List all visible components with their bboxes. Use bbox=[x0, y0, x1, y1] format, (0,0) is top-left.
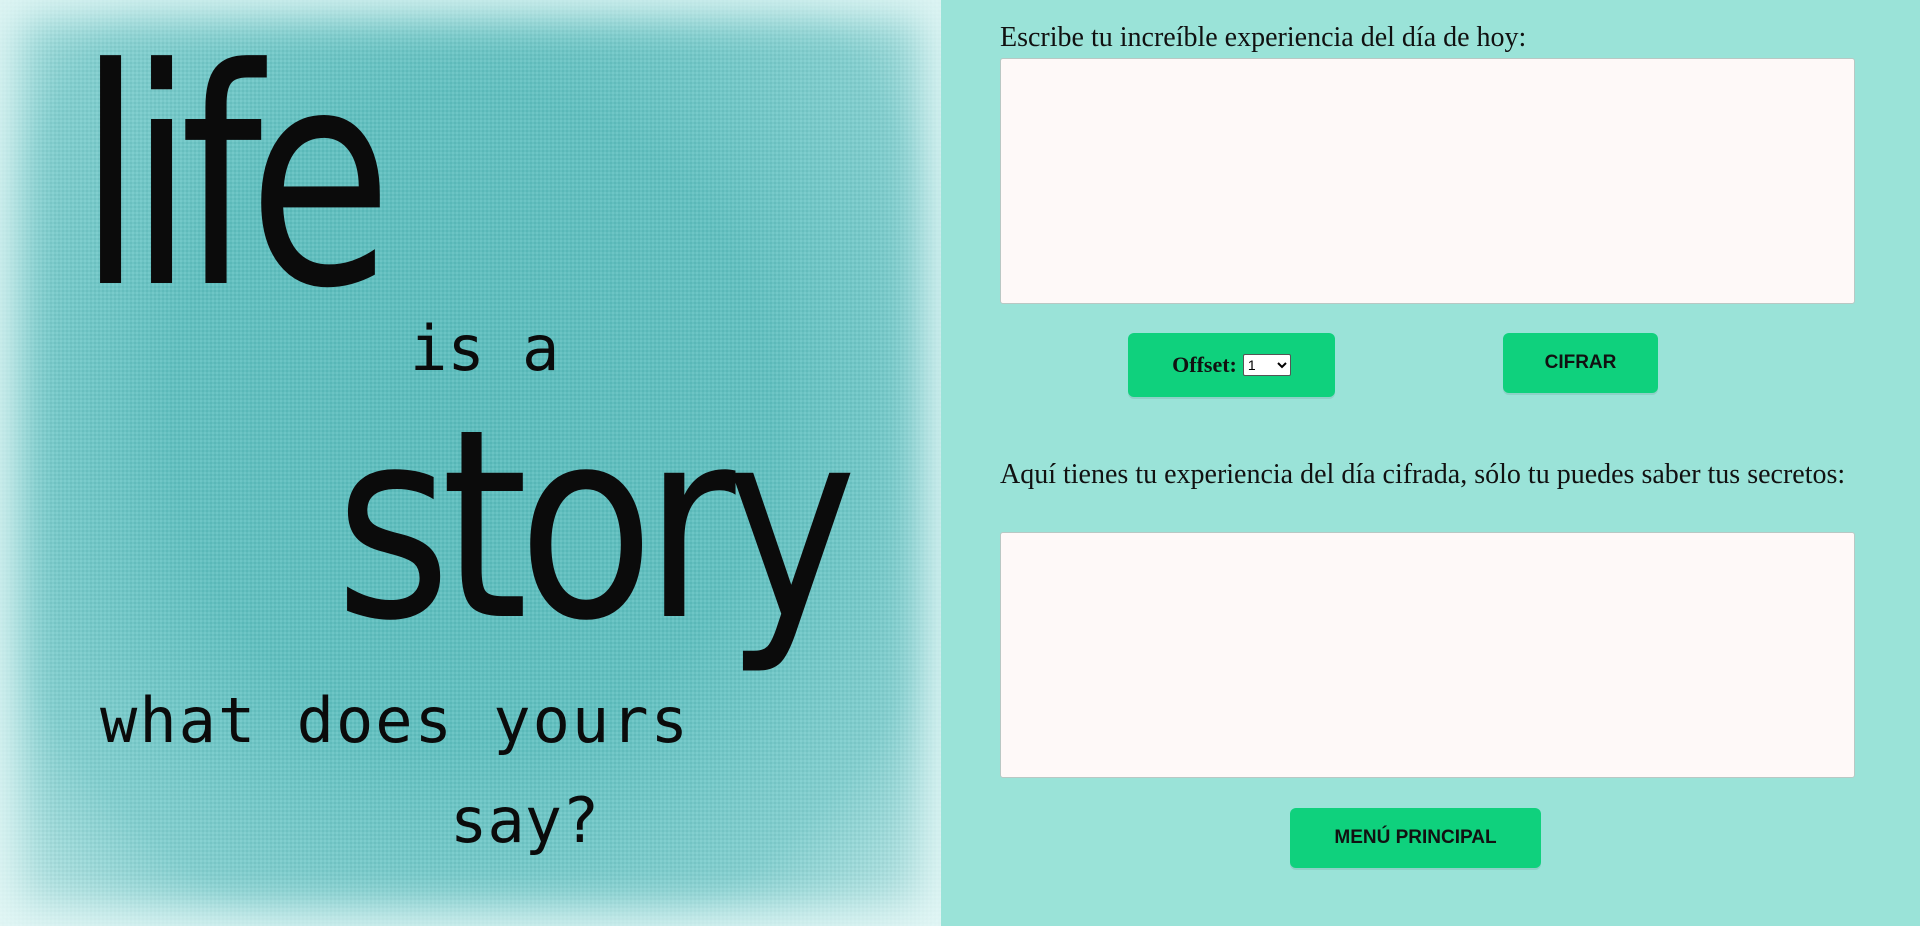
page: life is a story what does yours say? Esc… bbox=[0, 0, 1920, 926]
poster-text-story: story bbox=[335, 373, 857, 678]
poster-text-say: say? bbox=[450, 784, 600, 857]
offset-select[interactable]: 1 bbox=[1242, 354, 1291, 376]
poster-text-what-does-yours: what does yours bbox=[100, 684, 690, 757]
experience-input[interactable] bbox=[1000, 58, 1855, 304]
poster-text-is-a: is a bbox=[410, 312, 560, 385]
experience-input-label: Escribe tu increíble experiencia del día… bbox=[1000, 22, 1527, 53]
life-is-a-story-poster-image: life is a story what does yours say? bbox=[0, 0, 941, 926]
offset-label: Offset: bbox=[1172, 352, 1237, 377]
poster-text-life: life bbox=[78, 5, 392, 354]
offset-control: Offset: 1 bbox=[1128, 333, 1335, 397]
encrypted-output-label: Aquí tienes tu experiencia del día cifra… bbox=[1000, 459, 1846, 490]
encrypted-output[interactable] bbox=[1000, 532, 1855, 778]
main-menu-button[interactable]: MENÚ PRINCIPAL bbox=[1290, 808, 1541, 868]
encrypt-button[interactable]: CIFRAR bbox=[1503, 333, 1658, 393]
